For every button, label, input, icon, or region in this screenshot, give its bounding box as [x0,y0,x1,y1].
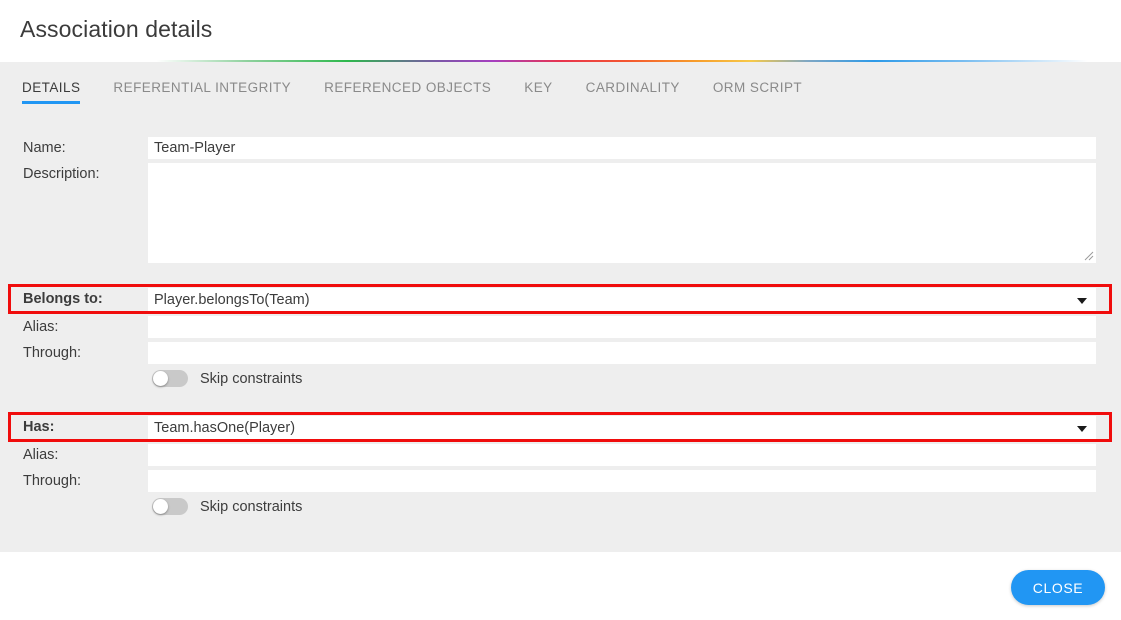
tab-key[interactable]: KEY [524,80,552,104]
name-row: Name: [0,137,1121,159]
page-title: Association details [20,16,213,42]
has-through-label: Through: [23,473,82,489]
belongs-to-alias-label: Alias: [23,319,59,335]
has-skip-constraints-toggle[interactable] [152,498,188,515]
belongs-to-through-row: Through: [0,342,1121,364]
details-pane: Name: Description: Belongs to: Player.be… [0,118,1121,552]
tab-referential-integrity[interactable]: REFERENTIAL INTEGRITY [113,80,291,104]
toggle-knob-icon [153,371,168,386]
belongs-to-value: Player.belongsTo(Team) [154,292,310,308]
has-alias-row: Alias: [0,444,1121,466]
has-row: Has: Team.hasOne(Player) [0,416,1121,440]
has-select[interactable]: Team.hasOne(Player) [148,416,1096,440]
has-through-row: Through: [0,470,1121,492]
belongs-to-skip-constraints-row: Skip constraints [152,370,302,387]
description-textarea[interactable] [148,163,1096,263]
description-label: Description: [23,166,100,182]
name-label: Name: [23,140,66,156]
has-label: Has: [23,419,55,435]
name-input[interactable] [148,137,1096,159]
has-alias-label: Alias: [23,447,59,463]
tab-list: DETAILS REFERENTIAL INTEGRITY REFERENCED… [22,80,835,104]
belongs-to-skip-constraints-label: Skip constraints [200,370,303,387]
belongs-to-row: Belongs to: Player.belongsTo(Team) [0,288,1121,312]
description-wrap [148,163,1096,263]
belongs-to-alias-input[interactable] [148,316,1096,338]
has-value: Team.hasOne(Player) [154,420,296,436]
has-skip-constraints-label: Skip constraints [200,498,303,515]
belongs-to-through-label: Through: [23,345,82,361]
belongs-to-alias-row: Alias: [0,316,1121,338]
chevron-down-icon [1077,298,1087,304]
has-through-input[interactable] [148,470,1096,492]
tab-cardinality[interactable]: CARDINALITY [586,80,680,104]
tab-referenced-objects-label: REFERENCED OBJECTS [324,80,492,95]
belongs-to-select[interactable]: Player.belongsTo(Team) [148,288,1096,312]
toggle-knob-icon [153,499,168,514]
description-row: Description: [0,163,1121,263]
association-details-dialog: Association details DETAILS REFERENTIAL … [0,0,1121,620]
tab-referenced-objects[interactable]: REFERENCED OBJECTS [324,80,491,104]
tab-orm-script[interactable]: ORM SCRIPT [713,80,802,104]
chevron-down-icon [1077,426,1087,432]
tab-details-label: DETAILS [22,80,81,95]
dialog-footer: CLOSE [0,552,1121,620]
tab-key-label: KEY [524,80,553,95]
tab-referential-integrity-label: REFERENTIAL INTEGRITY [113,80,292,95]
tab-bar: DETAILS REFERENTIAL INTEGRITY REFERENCED… [0,62,1121,118]
tab-details[interactable]: DETAILS [22,80,81,104]
has-skip-constraints-row: Skip constraints [152,498,302,515]
belongs-to-label: Belongs to: [23,291,103,307]
has-alias-input[interactable] [148,444,1096,466]
belongs-to-through-input[interactable] [148,342,1096,364]
tab-orm-script-label: ORM SCRIPT [712,80,803,95]
dialog-titlebar: Association details [0,0,1121,60]
close-button[interactable]: CLOSE [1011,570,1105,605]
tab-cardinality-label: CARDINALITY [585,80,680,95]
belongs-to-skip-constraints-toggle[interactable] [152,370,188,387]
